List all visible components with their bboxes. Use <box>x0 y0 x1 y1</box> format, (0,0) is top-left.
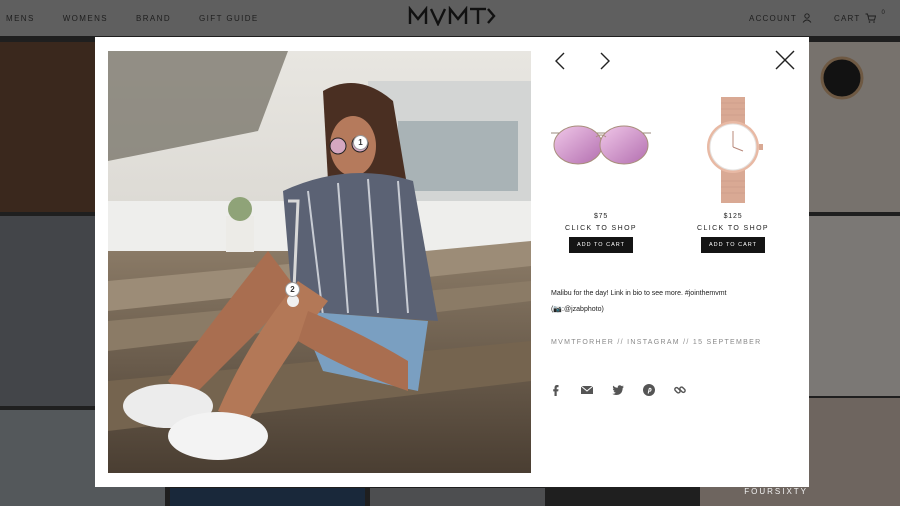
email-icon[interactable] <box>580 383 594 397</box>
product-price: $125 <box>723 213 743 220</box>
cart-label: CART <box>834 13 861 23</box>
mvmt-logo[interactable] <box>408 6 496 26</box>
caption-credit: (📷:@jzabphoto) <box>551 306 604 313</box>
next-arrow-icon[interactable] <box>594 51 614 71</box>
hotspot-1[interactable]: 1 <box>353 135 368 150</box>
share-icons <box>549 383 687 397</box>
nav-links: MENS WOMENS BRAND GIFT GUIDE <box>6 0 259 36</box>
cart-icon <box>865 13 877 23</box>
prev-arrow-icon[interactable] <box>551 51 571 71</box>
close-icon[interactable] <box>774 49 796 71</box>
nav-womens[interactable]: WOMENS <box>63 14 108 23</box>
post-caption: Malibu for the day! Link in bio to see m… <box>551 286 787 318</box>
watch-image[interactable] <box>673 95 793 205</box>
twitter-icon[interactable] <box>611 383 625 397</box>
add-to-cart-button[interactable]: ADD TO CART <box>569 237 633 253</box>
sunglasses-image[interactable] <box>541 95 661 205</box>
pinterest-icon[interactable] <box>642 383 656 397</box>
account-label: ACCOUNT <box>749 13 798 23</box>
nav-right: ACCOUNT CART 0 <box>749 0 886 36</box>
product-modal: 1 2 $75 CLICK TO SHOP ADD TO CART $125 C… <box>95 37 809 487</box>
click-to-shop-link[interactable]: CLICK TO SHOP <box>541 225 661 232</box>
cart-count: 0 <box>881 10 886 16</box>
nav-mens[interactable]: MENS <box>6 14 35 23</box>
hotspot-2[interactable]: 2 <box>285 282 300 297</box>
post-meta: MVMTFORHER // INSTAGRAM // 15 SEPTEMBER <box>551 339 762 346</box>
product-card-watch: $125 CLICK TO SHOP ADD TO CART <box>673 95 793 253</box>
product-card-sunglasses: $75 CLICK TO SHOP ADD TO CART <box>541 95 661 253</box>
account-link[interactable]: ACCOUNT <box>749 13 812 23</box>
user-icon <box>802 13 812 23</box>
add-to-cart-button[interactable]: ADD TO CART <box>701 237 765 253</box>
facebook-icon[interactable] <box>549 383 563 397</box>
click-to-shop-link[interactable]: CLICK TO SHOP <box>673 225 793 232</box>
cart-link[interactable]: CART 0 <box>834 10 886 23</box>
foursixty-brandmark: FOURSIXTY <box>744 487 808 496</box>
caption-line: Malibu for the day! Link in bio to see m… <box>551 290 727 297</box>
nav-gift-guide[interactable]: GIFT GUIDE <box>199 14 259 23</box>
product-price: $75 <box>593 213 609 220</box>
nav-brand[interactable]: BRAND <box>136 14 171 23</box>
top-nav: MENS WOMENS BRAND GIFT GUIDE ACCOUNT CAR… <box>0 0 900 36</box>
instagram-photo: 1 2 <box>108 51 531 473</box>
photo-illustration <box>108 51 531 473</box>
link-icon[interactable] <box>673 383 687 397</box>
